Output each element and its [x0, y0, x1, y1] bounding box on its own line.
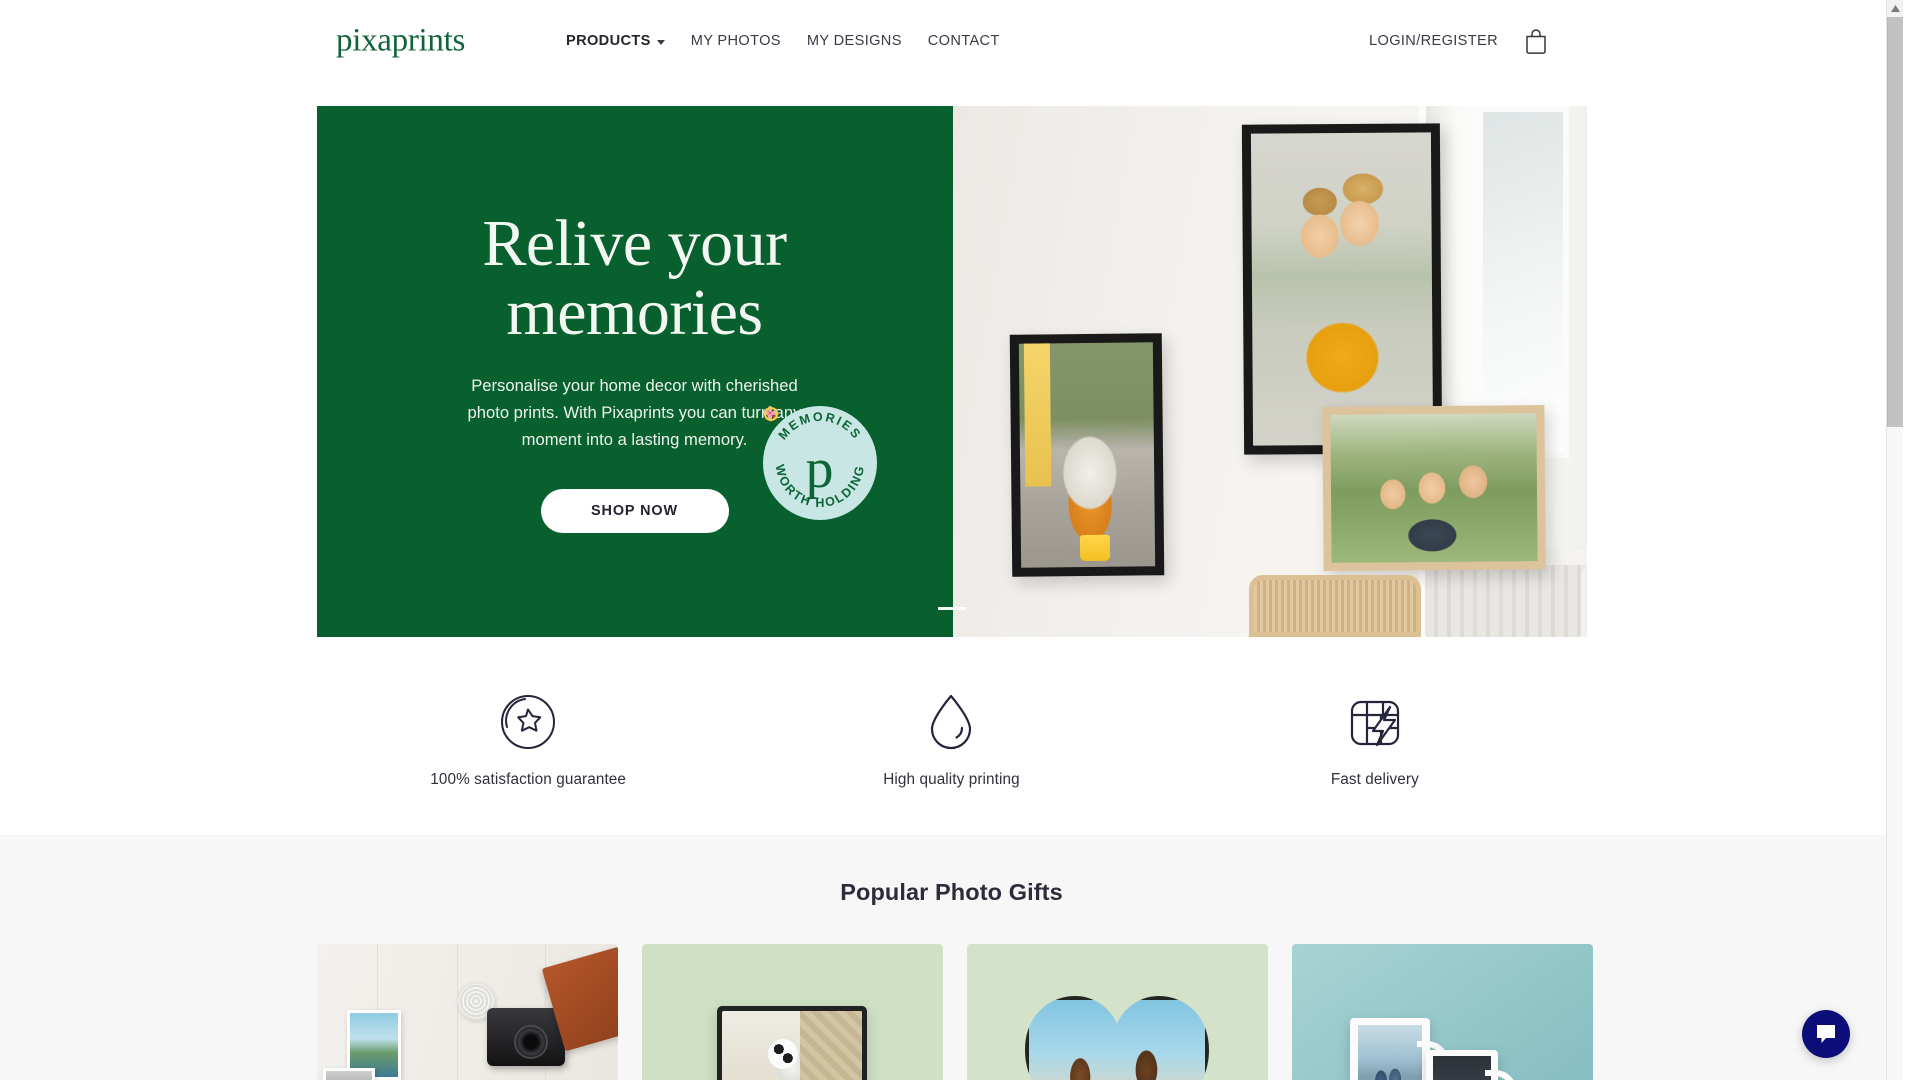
section-title: Popular Photo Gifts — [840, 879, 1063, 905]
flower-yellow-icon — [763, 407, 778, 421]
photo-dog-in-raincoat — [1018, 342, 1155, 568]
framed-photo-children — [1241, 123, 1442, 455]
framed-photo-family — [1321, 405, 1546, 571]
mug-print-mountain — [1357, 1025, 1422, 1080]
feature-quality: High quality printing — [740, 691, 1163, 789]
water-droplet-icon — [926, 691, 976, 753]
page-root: pixaprints PRODUCTS MY PHOTOS MY DESIGNS… — [0, 0, 1903, 1080]
radiator — [1424, 565, 1581, 637]
feature-satisfaction-label: 100% satisfaction guarantee — [430, 771, 627, 788]
feature-satisfaction: 100% satisfaction guarantee — [317, 691, 740, 789]
product-card-photo-mugs[interactable] — [1291, 944, 1593, 1080]
photo-slate — [717, 1006, 867, 1080]
product-card-row — [316, 944, 1593, 1080]
nav-item-contact[interactable]: CONTACT — [928, 33, 1000, 49]
scrollbar-up-arrow[interactable] — [1887, 0, 1903, 17]
hero-carousel: Relive your memories Personalise your ho… — [316, 106, 1587, 637]
calendar-lightning-icon — [1346, 691, 1404, 753]
product-card-heart-slate[interactable] — [966, 944, 1268, 1080]
nav-item-products-label: PRODUCTS — [566, 33, 651, 49]
hero-title: Relive your memories — [482, 207, 787, 349]
chevron-down-icon — [656, 39, 665, 45]
photo-two-children-hugging — [1250, 132, 1433, 446]
hero-content: Relive your memories Personalise your ho… — [316, 106, 953, 637]
carousel-dot-1[interactable] — [937, 607, 966, 610]
badge-monogram: p — [805, 438, 834, 500]
star-badge-icon — [499, 691, 557, 753]
shop-now-button[interactable]: SHOP NOW — [540, 488, 729, 533]
photo-mug-small — [1425, 1050, 1517, 1080]
heart-slate-edge — [1025, 996, 1209, 1080]
cane-chair — [1248, 575, 1421, 637]
heart-slate — [1025, 996, 1209, 1080]
hero-image — [952, 106, 1587, 637]
header-actions: LOGIN/REGISTER — [1369, 28, 1548, 54]
photo-black-white — [322, 1068, 375, 1080]
framed-photo-dog — [1009, 333, 1164, 577]
site-header: pixaprints PRODUCTS MY PHOTOS MY DESIGNS… — [0, 0, 1903, 82]
scrollbar-thumb[interactable] — [1887, 17, 1903, 427]
shopping-bag-icon[interactable] — [1524, 28, 1548, 54]
memories-badge[interactable]: MEMORIES WORTH HOLDING p — [762, 406, 877, 520]
hero-subtitle: Personalise your home decor with cherish… — [467, 375, 802, 449]
page-scrollbar[interactable] — [1886, 0, 1903, 1080]
main-navigation: PRODUCTS MY PHOTOS MY DESIGNS CONTACT — [566, 33, 1000, 49]
chat-bubble-icon — [1817, 1025, 1835, 1043]
mug-print-family — [1432, 1056, 1491, 1080]
feature-delivery: Fast delivery — [1163, 691, 1586, 789]
scrollbar-track[interactable] — [1887, 427, 1903, 1080]
slate-photo-child-football — [722, 1011, 862, 1080]
features-row: 100% satisfaction guarantee High quality… — [317, 673, 1587, 835]
chat-widget-button[interactable] — [1802, 1010, 1850, 1058]
carousel-indicators — [937, 607, 966, 610]
nav-item-products[interactable]: PRODUCTS — [566, 33, 665, 49]
popular-photo-gifts-section: Popular Photo Gifts — [0, 835, 1903, 1080]
feature-delivery-label: Fast delivery — [1330, 771, 1419, 788]
feature-quality-label: High quality printing — [883, 771, 1020, 788]
hero-scene — [952, 106, 1587, 637]
nav-item-my-designs[interactable]: MY DESIGNS — [807, 33, 902, 49]
hero-slide: Relive your memories Personalise your ho… — [316, 106, 1587, 637]
photo-family-in-field — [1329, 413, 1538, 563]
login-register-link[interactable]: LOGIN/REGISTER — [1369, 33, 1498, 49]
vintage-camera — [486, 1008, 565, 1066]
product-card-photo-slate[interactable] — [641, 944, 943, 1080]
nav-item-my-photos[interactable]: MY PHOTOS — [691, 33, 781, 49]
product-card-photo-prints[interactable] — [316, 944, 618, 1080]
site-logo[interactable]: pixaprints — [336, 24, 465, 58]
photo-mug-large — [1349, 1018, 1449, 1080]
